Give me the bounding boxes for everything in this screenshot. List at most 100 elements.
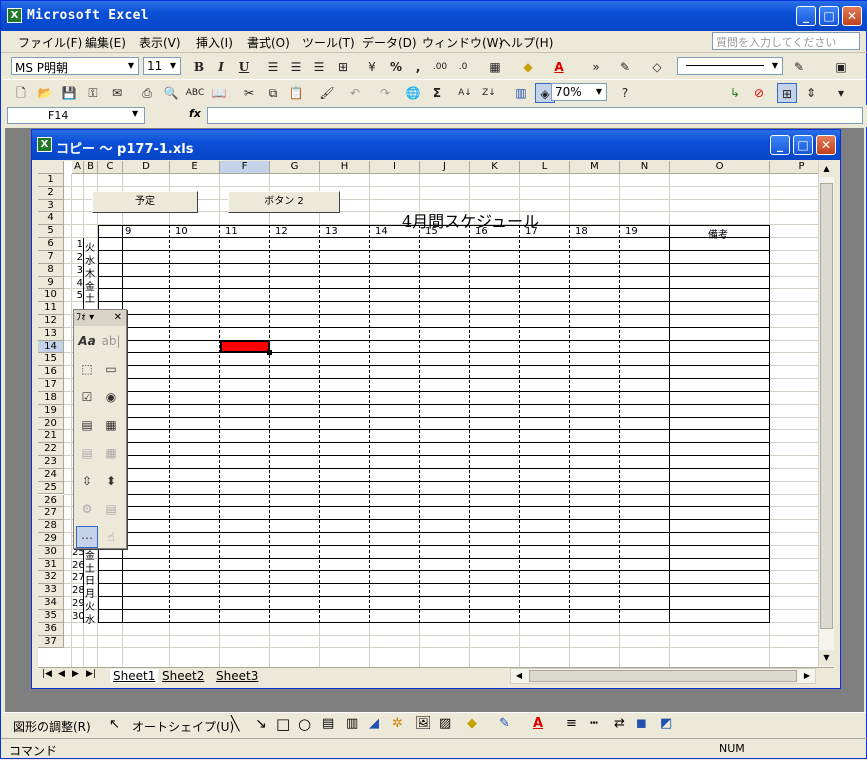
row-header-6[interactable]: 6 (38, 238, 64, 251)
row-height-icon[interactable]: ⇕ (801, 83, 821, 103)
menu-file[interactable]: ファイル(F) (18, 34, 82, 51)
column-header-i[interactable]: I (370, 161, 420, 174)
column-header-g[interactable]: G (270, 161, 320, 174)
row-header-29[interactable]: 29 (38, 532, 64, 546)
autoshape-menu[interactable]: オートシェイプ(U) (132, 718, 234, 735)
clipart-icon[interactable]: 🖼 (415, 716, 432, 731)
select-all-corner[interactable] (38, 161, 64, 174)
menu-insert[interactable]: 挿入(I) (196, 34, 233, 51)
formula-input[interactable] (207, 107, 863, 124)
menu-window[interactable]: ウィンドウ(W) (422, 34, 503, 51)
insert-function-button[interactable]: fx (189, 107, 201, 120)
scroll-down-icon[interactable]: ▼ (819, 650, 834, 666)
workbook-minimize-button[interactable]: _ (770, 135, 790, 155)
row-header-14[interactable]: 14 (38, 340, 64, 354)
line-style-select[interactable]: ▼ (677, 57, 783, 75)
sheet-tab-2[interactable]: Sheet2 (162, 669, 204, 683)
menu-edit[interactable]: 編集(E) (85, 34, 126, 51)
row-header-2[interactable]: 2 (38, 186, 64, 200)
row-header-27[interactable]: 27 (38, 507, 64, 521)
row-header-23[interactable]: 23 (38, 456, 64, 469)
toolbar-options-icon[interactable]: ▾ (831, 83, 851, 103)
menu-tools[interactable]: ツール(T) (302, 34, 355, 51)
column-header-l[interactable]: L (520, 161, 570, 174)
italic-button[interactable]: I (211, 57, 231, 77)
last-sheet-icon[interactable]: ▶| (86, 669, 96, 679)
selected-cell-f14[interactable] (220, 339, 270, 354)
row-header-26[interactable]: 26 (38, 494, 64, 508)
sheet-tab-3[interactable]: Sheet3 (216, 669, 258, 683)
column-header-a[interactable]: A (72, 161, 84, 174)
currency-icon[interactable]: ¥ (362, 57, 382, 77)
column-header-b[interactable]: B (84, 161, 98, 174)
run-dialog-icon[interactable]: ☝ (100, 526, 122, 548)
column-header-d[interactable]: D (123, 161, 170, 174)
workbook-title-bar[interactable]: X コピー ～ p177-1.xls _ □ ✕ (32, 130, 840, 160)
scroll-right-icon[interactable]: ▶ (799, 669, 815, 683)
percent-button[interactable]: % (386, 57, 406, 77)
forms-toolbar-title[interactable]: ﾌｫ ▾ ✕ (74, 310, 126, 326)
fill-color-icon[interactable]: ◆ (467, 716, 477, 731)
row-header-36[interactable]: 36 (38, 622, 64, 636)
zoom-select[interactable]: 70% ▼ (551, 83, 607, 101)
row-header-7[interactable]: 7 (38, 250, 64, 264)
format-painter-icon[interactable]: 🖌 (317, 83, 337, 103)
maximize-button[interactable]: □ (819, 6, 839, 26)
row-header-1[interactable]: 1 (38, 174, 64, 187)
column-header-h[interactable]: H (320, 161, 370, 174)
row-header-12[interactable]: 12 (38, 315, 64, 328)
column-header-o[interactable]: O (670, 161, 770, 174)
row-header-30[interactable]: 30 (38, 545, 64, 559)
ask-question-input[interactable]: 質問を入力してください (712, 32, 860, 50)
line-icon[interactable]: ╲ (231, 716, 239, 732)
hscroll-thumb[interactable] (529, 670, 797, 682)
spreadsheet-grid[interactable]: A B C D E F G H I J K L M N O P 1 2 3 4 5 6 7 8 9 10 11 12 13 14 15 16 1… (38, 161, 834, 667)
row-header-34[interactable]: 34 (38, 597, 64, 610)
option-button-icon[interactable]: ◉ (100, 386, 122, 408)
chart-wizard-icon[interactable]: ▥ (511, 83, 531, 103)
fill-handle[interactable] (267, 350, 272, 356)
new-icon[interactable]: 🗋 (11, 83, 31, 103)
paste-icon[interactable]: 📋 (286, 83, 306, 103)
workbook-close-button[interactable]: ✕ (816, 135, 836, 155)
spinner-icon[interactable]: ⬍ (100, 470, 122, 492)
print-preview-icon[interactable]: 🔍 (161, 83, 181, 103)
scroll-thumb[interactable] (820, 183, 833, 629)
scroll-bar-icon[interactable]: ⇳ (76, 470, 98, 492)
hyperlink-icon[interactable]: 🌐 (403, 83, 423, 103)
row-header-32[interactable]: 32 (38, 571, 64, 585)
column-header-e[interactable]: E (170, 161, 220, 174)
align-left-icon[interactable]: ☰ (263, 57, 283, 77)
row-header-5[interactable]: 5 (38, 225, 64, 239)
row-header-25[interactable]: 25 (38, 481, 64, 495)
dash-style-icon[interactable]: ┅ (590, 716, 598, 731)
underline-button[interactable]: U (234, 57, 254, 77)
line-style-icon[interactable]: ≡ (566, 716, 577, 731)
column-header-m[interactable]: M (570, 161, 620, 174)
draw-border-icon[interactable]: ✎ (615, 57, 635, 77)
fill-color-icon[interactable]: ◆ (518, 57, 538, 77)
oval-icon[interactable]: ○ (298, 715, 311, 733)
align-center-icon[interactable]: ☰ (286, 57, 306, 77)
excel-app-icon[interactable]: X (7, 8, 22, 23)
font-color-icon[interactable]: A (533, 716, 543, 731)
row-header-15[interactable]: 15 (38, 353, 64, 367)
row-header-33[interactable]: 33 (38, 584, 64, 598)
cut-icon[interactable]: ✂ (239, 83, 259, 103)
button-2[interactable]: ボタン 2 (228, 190, 340, 213)
column-header-f[interactable]: F (220, 161, 270, 174)
control-properties-icon[interactable]: ⚙ (76, 498, 98, 520)
remove-arrows-icon[interactable]: ⊘ (749, 83, 769, 103)
row-header-11[interactable]: 11 (38, 302, 64, 315)
arrow-icon[interactable]: ↘ (255, 716, 267, 732)
wordart-icon[interactable]: ◢ (369, 716, 379, 731)
column-header-k[interactable]: K (470, 161, 520, 174)
text-box-icon[interactable]: ▤ (322, 716, 334, 731)
horizontal-scrollbar[interactable]: ◀ ▶ (510, 668, 816, 684)
column-header-n[interactable]: N (620, 161, 670, 174)
workbook-maximize-button[interactable]: □ (793, 135, 813, 155)
row-header-19[interactable]: 19 (38, 404, 64, 418)
row-header-10[interactable]: 10 (38, 289, 64, 303)
borders-icon[interactable]: ▦ (485, 57, 505, 77)
copy-icon[interactable]: ⧉ (263, 83, 283, 103)
